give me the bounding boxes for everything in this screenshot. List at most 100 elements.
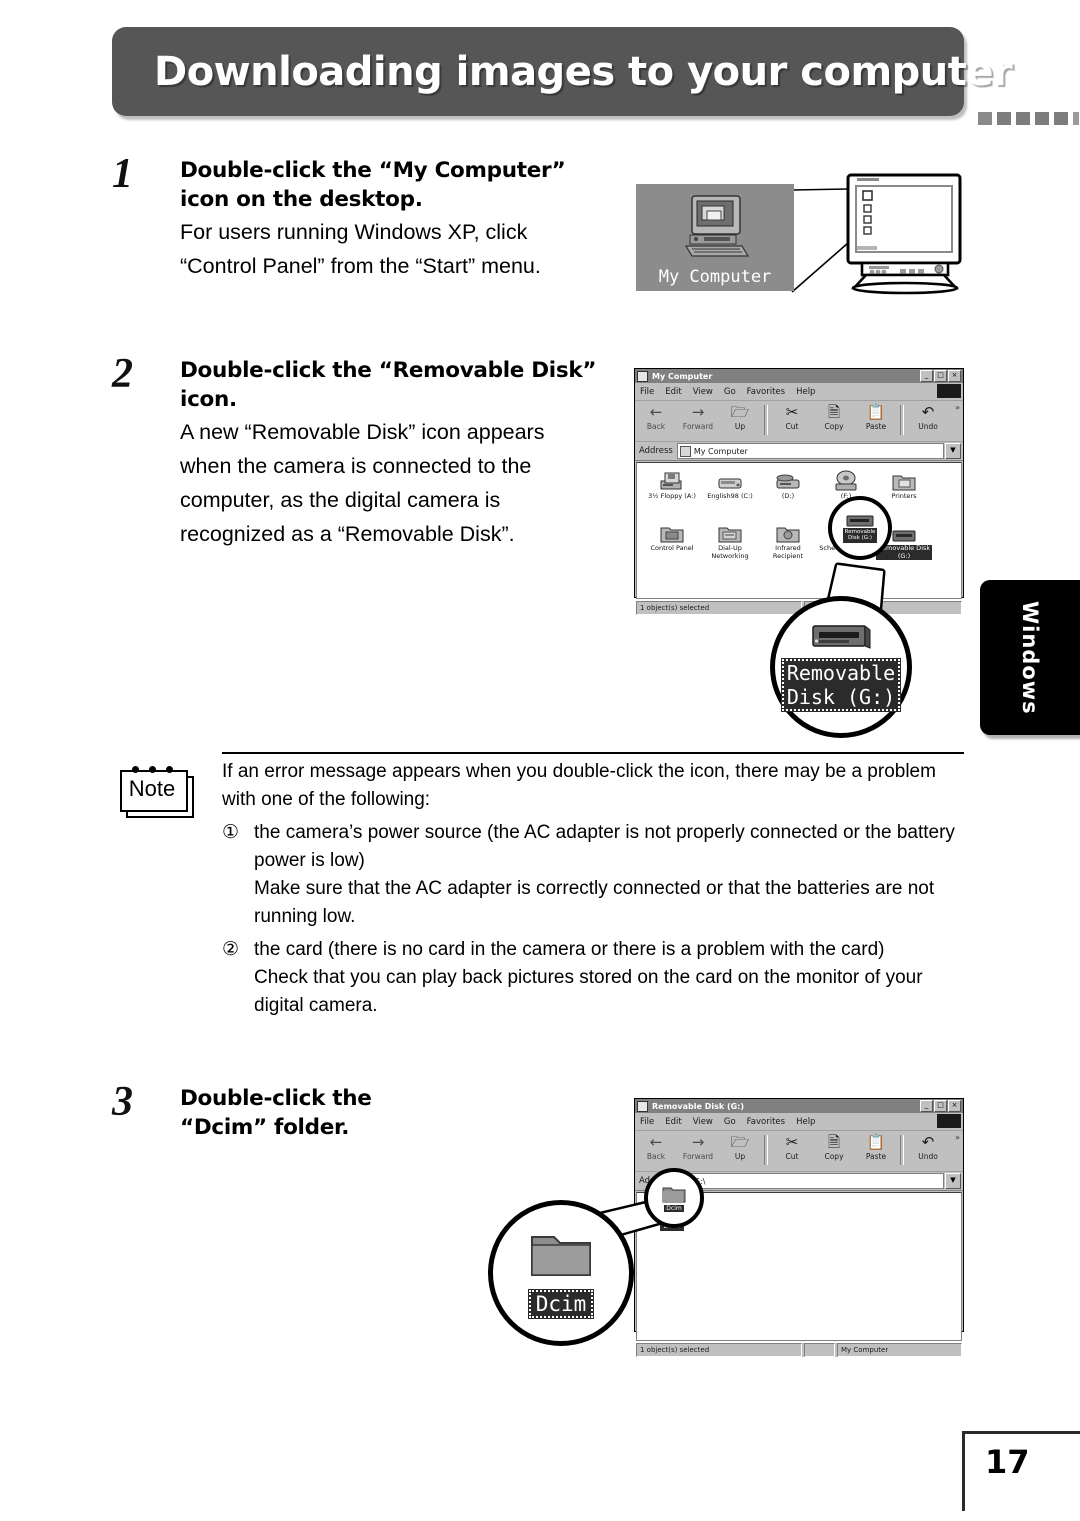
maximize-button-removable[interactable]: □ (934, 1100, 947, 1112)
toolbar-copy-button[interactable]: 🗎 Copy (813, 403, 855, 431)
minimize-button-removable[interactable]: _ (920, 1100, 933, 1112)
toolbar-overflow-icon-removable[interactable]: » (955, 1133, 960, 1142)
toolbar-up-label-removable: Up (734, 1152, 746, 1161)
note-icon-label: Note (128, 776, 176, 801)
scissors-icon-removable: ✂ (785, 1132, 799, 1151)
dcim-source-highlight: Dcim (644, 1168, 704, 1228)
toolbar-cut-label: Cut (785, 422, 799, 431)
toolbar-copy-button-removable[interactable]: 🗎 Copy (813, 1133, 855, 1161)
step-2-heading-line-2: icon. (180, 387, 237, 412)
toolbar-separator-2-removable (900, 1135, 904, 1165)
note-icon: Note (118, 764, 194, 818)
address-dropdown-icon-removable[interactable]: ▼ (945, 1173, 961, 1189)
step-2-number: 2 (112, 351, 133, 397)
toolbar-forward-button-removable[interactable]: → Forward (677, 1133, 719, 1161)
drive-item-c[interactable]: English98 (C:) (701, 469, 759, 517)
toolbar-up-button[interactable]: 🗁 Up (719, 403, 761, 431)
toolbar-back-button[interactable]: ← Back (635, 403, 677, 431)
step-1-body-line-1: For users running Windows XP, click (180, 220, 528, 244)
menu-item-edit-removable[interactable]: Edit (665, 1117, 681, 1127)
step-3-heading-line-1: Double-click the (180, 1086, 372, 1111)
forward-arrow-icon: → (691, 402, 705, 421)
note-body: If an error message appears when you dou… (222, 758, 972, 1020)
back-arrow-icon: ← (649, 402, 663, 421)
step-1-number: 1 (112, 151, 133, 197)
toolbar-undo-button-removable[interactable]: ↶ Undo (907, 1133, 949, 1161)
menu-item-edit[interactable]: Edit (665, 387, 681, 397)
step-1-body-line-2: “Control Panel” from the “Start” menu. (180, 254, 541, 278)
note-item-2-follow: Check that you can play back pictures st… (254, 967, 923, 1016)
menu-item-help-removable[interactable]: Help (796, 1117, 815, 1127)
toolbar-paste-button-removable[interactable]: 📋 Paste (855, 1133, 897, 1161)
step-2-body-line-1: A new “Removable Disk” icon appears (180, 420, 545, 444)
address-dropdown-icon[interactable]: ▼ (945, 443, 961, 459)
close-button[interactable]: × (948, 370, 961, 382)
hard-drive-icon (717, 469, 743, 493)
toolbar-overflow-icon[interactable]: » (955, 403, 960, 412)
clipboard-icon: 📋 (866, 402, 886, 421)
menu-item-go-removable[interactable]: Go (724, 1117, 736, 1127)
toolbar-back-label-removable: Back (646, 1152, 666, 1161)
menu-item-file-removable[interactable]: File (640, 1117, 654, 1127)
window-title-removable: Removable Disk (G:) (652, 1101, 745, 1111)
removable-disk-source-highlight: Removable Disk (G:) (828, 496, 892, 560)
note-item-2: ② the card (there is no card in the came… (222, 936, 972, 964)
note-item-1-follow: Make sure that the AC adapter is correct… (254, 878, 935, 927)
drive-item-d[interactable]: (D:) (759, 469, 817, 517)
note-divider (222, 752, 964, 754)
toolbar-undo-button[interactable]: ↶ Undo (907, 403, 949, 431)
address-value: My Computer (693, 446, 748, 456)
window-system-icon[interactable] (637, 370, 648, 382)
toolbar-paste-label: Paste (865, 422, 887, 431)
cd-drive-icon (775, 469, 801, 493)
maximize-button[interactable]: □ (934, 370, 947, 382)
page-title: Downloading images to your computer (154, 48, 1013, 95)
window-system-icon-removable[interactable] (637, 1100, 648, 1112)
status-text-removable: 1 object(s) selected (636, 1343, 802, 1357)
removable-disk-small-icon (846, 515, 874, 526)
control-panel-folder-icon (659, 521, 685, 545)
toolbar-forward-label: Forward (682, 422, 714, 431)
status-bar-removable: 1 object(s) selected My Computer (636, 1342, 962, 1357)
toolbar-paste-button[interactable]: 📋 Paste (855, 403, 897, 431)
page-number: 17 (985, 1443, 1030, 1481)
status-pane-2-removable (804, 1343, 835, 1357)
menu-item-help[interactable]: Help (796, 387, 815, 397)
note-item-1-text: the camera’s power source (the AC adapte… (254, 822, 955, 871)
scissors-icon: ✂ (785, 402, 799, 421)
copy-icon: 🗎 (827, 402, 841, 421)
menu-item-view[interactable]: View (693, 387, 713, 397)
windows-section-tab: Windows (980, 580, 1080, 735)
toolbar-back-button-removable[interactable]: ← Back (635, 1133, 677, 1161)
removable-disk-zoom-label: Removable Disk (G:) (780, 658, 902, 712)
drive-label-c: English98 (C:) (707, 492, 753, 500)
removable-disk-zoom-line-2: Disk (G:) (786, 685, 896, 709)
step-2-body-line-3: computer, as the digital camera is (180, 488, 501, 512)
desktop-icon-illustration: My Computer (636, 172, 966, 297)
toolbar-cut-button-removable[interactable]: ✂ Cut (771, 1133, 813, 1161)
my-computer-desktop-icon[interactable]: My Computer (636, 184, 794, 291)
note-item-2-text: the card (there is no card in the camera… (254, 939, 885, 960)
menu-item-favorites-removable[interactable]: Favorites (747, 1117, 785, 1127)
toolbar-forward-button[interactable]: → Forward (677, 403, 719, 431)
printers-folder-icon (891, 469, 917, 493)
step-1-heading-line-2: icon on the desktop. (180, 187, 423, 212)
toolbar-separator (764, 405, 768, 435)
folder-item-control-panel[interactable]: Control Panel (643, 521, 701, 569)
menu-item-view-removable[interactable]: View (693, 1117, 713, 1127)
toolbar-cut-button[interactable]: ✂ Cut (771, 403, 813, 431)
removable-disk-zoom-line-1: Removable (786, 661, 896, 685)
menu-item-favorites[interactable]: Favorites (747, 387, 785, 397)
drive-item-floppy[interactable]: 3½ Floppy (A:) (643, 469, 701, 517)
menu-item-file[interactable]: File (640, 387, 654, 397)
toolbar-up-button-removable[interactable]: 🗁 Up (719, 1133, 761, 1161)
close-button-removable[interactable]: × (948, 1100, 961, 1112)
minimize-button[interactable]: _ (920, 370, 933, 382)
menu-bar: File Edit View Go Favorites Help (635, 383, 963, 401)
menu-item-go[interactable]: Go (724, 387, 736, 397)
drive-label-floppy: 3½ Floppy (A:) (648, 492, 696, 500)
window-titlebar: My Computer _ □ × (635, 369, 963, 383)
removable-disk-small-label: Removable Disk (G:) (842, 527, 878, 543)
address-input[interactable]: My Computer (676, 443, 944, 459)
status-text-right-removable: My Computer (837, 1343, 962, 1357)
